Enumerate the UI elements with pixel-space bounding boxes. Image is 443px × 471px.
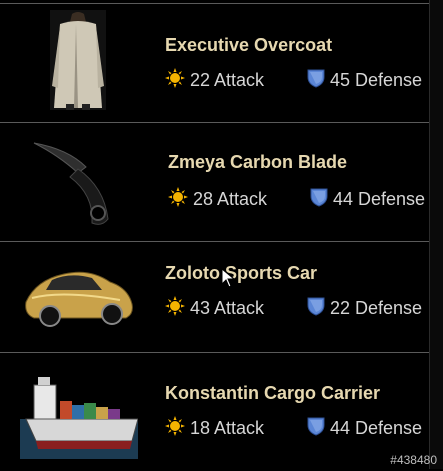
overcoat-image xyxy=(20,10,138,110)
attack-stat: 18 Attack xyxy=(165,416,264,439)
attack-value: 28 Attack xyxy=(193,189,268,209)
mouse-pointer-icon xyxy=(221,267,236,288)
defense-stat: 45 Defense xyxy=(307,68,422,91)
inventory-list: Executive Overcoat 22 Attack 45 Defense xyxy=(0,0,443,471)
item-name: Executive Overcoat xyxy=(165,35,333,55)
item-name: Zoloto Sports Car xyxy=(165,263,317,283)
sun-icon xyxy=(165,296,185,316)
attack-stat: 22 Attack xyxy=(165,68,264,91)
shield-icon xyxy=(307,416,325,436)
item-name: Konstantin Cargo Carrier xyxy=(165,383,381,403)
watermark: #438480 xyxy=(390,453,437,467)
attack-value: 43 Attack xyxy=(190,298,265,318)
attack-stat: 28 Attack xyxy=(168,187,267,210)
defense-stat: 44 Defense xyxy=(307,416,422,439)
shield-icon xyxy=(307,68,325,88)
defense-value: 44 Defense xyxy=(333,189,426,209)
sun-icon xyxy=(168,187,188,207)
attack-value: 22 Attack xyxy=(190,70,265,90)
defense-value: 44 Defense xyxy=(330,418,423,438)
sun-icon xyxy=(165,68,185,88)
defense-value: 22 Defense xyxy=(330,298,423,318)
scrollbar[interactable] xyxy=(429,0,443,469)
sun-icon xyxy=(165,416,185,436)
item-name: Zmeya Carbon Blade xyxy=(168,152,348,172)
list-item-zmeya-carbon-blade[interactable]: Zmeya Carbon Blade 28 Attack 44 Defense xyxy=(0,123,429,241)
defense-value: 45 Defense xyxy=(330,70,423,90)
shield-icon xyxy=(310,187,328,207)
gold-sports-car-image xyxy=(20,250,138,350)
defense-stat: 44 Defense xyxy=(310,187,425,210)
defense-stat: 22 Defense xyxy=(307,296,422,319)
list-item-zoloto-sports-car[interactable]: Zoloto Sports Car 43 Attack 22 Defense xyxy=(0,242,429,360)
attack-stat: 43 Attack xyxy=(165,296,264,319)
list-item-konstantin-cargo-carrier[interactable]: Konstantin Cargo Carrier 18 Attack 44 De… xyxy=(0,353,429,471)
karambit-blade-image xyxy=(20,129,138,229)
attack-value: 18 Attack xyxy=(190,418,265,438)
shield-icon xyxy=(307,296,325,316)
list-item-executive-overcoat[interactable]: Executive Overcoat 22 Attack 45 Defense xyxy=(0,4,429,122)
cargo-ship-image xyxy=(20,359,138,459)
